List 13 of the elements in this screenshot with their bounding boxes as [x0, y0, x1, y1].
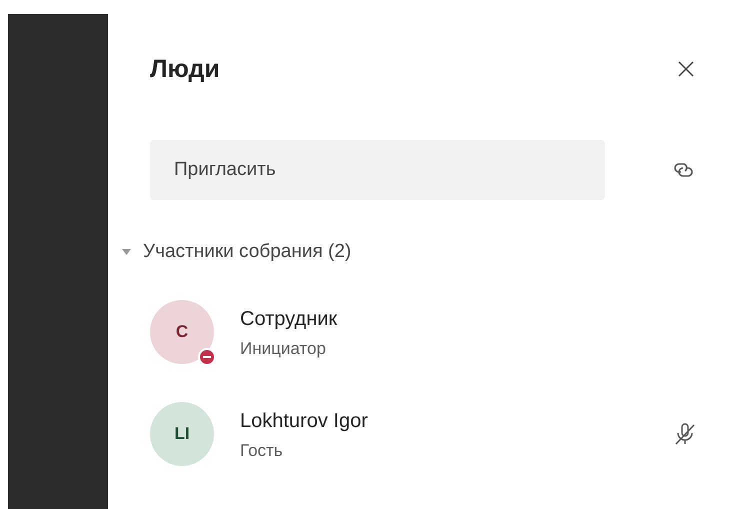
- participant-role: Гость: [240, 441, 284, 461]
- panel-title: Люди: [150, 54, 220, 84]
- section-header[interactable]: Участники собрания (2): [122, 238, 695, 266]
- participant-name: Сотрудник: [240, 307, 338, 332]
- participant-name: Lokhturov Igor: [240, 409, 369, 434]
- avatar: LI: [150, 402, 214, 466]
- link-icon[interactable]: [673, 162, 695, 178]
- close-icon[interactable]: [677, 60, 695, 78]
- avatar: С: [150, 300, 214, 364]
- participant-role: Инициатор: [240, 339, 327, 359]
- caret-icon[interactable]: [122, 249, 131, 255]
- muted-microphone-icon[interactable]: [675, 423, 695, 445]
- invite-field[interactable]: Пригласить: [150, 140, 605, 200]
